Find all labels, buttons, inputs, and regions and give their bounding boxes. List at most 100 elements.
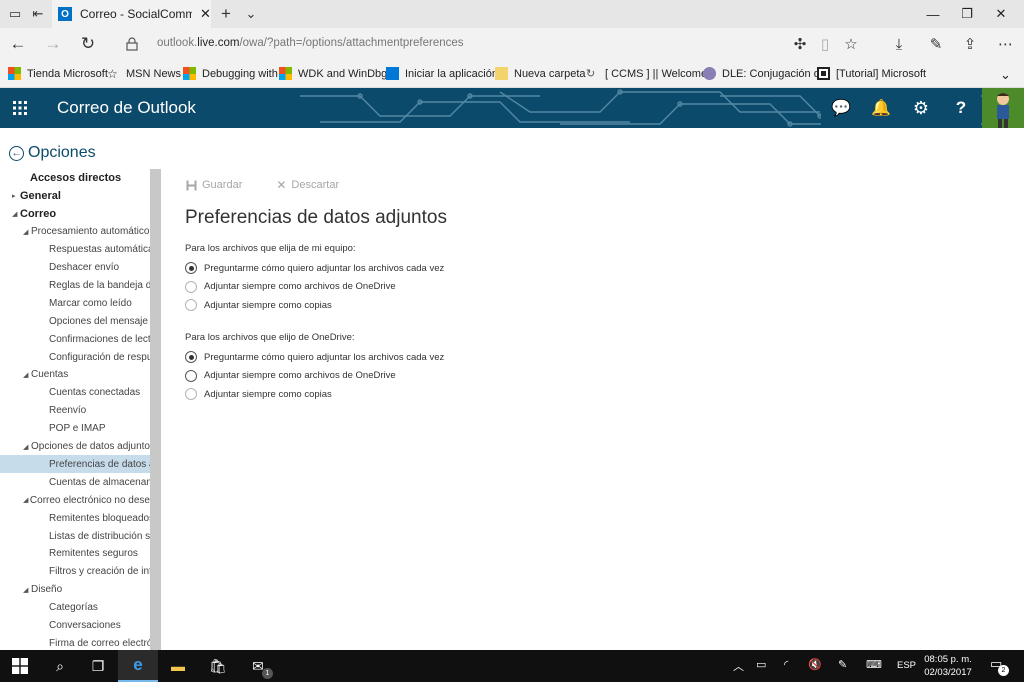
sidebar-item[interactable]: Listas de distribución se xyxy=(0,527,150,545)
battery-icon[interactable]: ▭ xyxy=(756,658,766,671)
sidebar-item[interactable]: ◢ Diseño xyxy=(0,581,150,599)
favorite-item[interactable]: Nueva carpeta xyxy=(495,67,586,80)
collapse-arrow-icon[interactable]: ◢ xyxy=(23,371,31,379)
collapse-arrow-icon[interactable]: ◢ xyxy=(23,496,30,504)
collapse-arrow-icon[interactable]: ◢ xyxy=(23,586,31,594)
avatar[interactable] xyxy=(982,88,1024,128)
skype-chat-icon[interactable]: 💬 xyxy=(821,88,861,128)
radio-button[interactable] xyxy=(185,262,197,274)
set-aside-tabs-icon[interactable]: ⇤ xyxy=(29,5,47,23)
reading-view-icon[interactable]: ▯ xyxy=(814,33,836,55)
favorite-item[interactable]: Iniciar la aplicación xyxy=(386,67,498,80)
url-field[interactable]: outlook.live.com/owa/?path=/options/atta… xyxy=(157,37,464,49)
collapse-arrow-icon[interactable]: ◢ xyxy=(12,210,20,218)
favorite-item[interactable]: [Tutorial] Microsoft xyxy=(817,67,926,80)
mail-icon[interactable]: ✉ 1 xyxy=(238,650,278,682)
sidebar-item[interactable]: Conversaciones xyxy=(0,617,150,635)
notifications-bell-icon[interactable]: 🔔 xyxy=(861,88,901,128)
sidebar-item[interactable]: Accesos directos xyxy=(0,169,150,187)
radio-button[interactable] xyxy=(185,388,197,400)
radio-option[interactable]: Preguntarme cómo quiero adjuntar los arc… xyxy=(185,262,444,274)
forward-icon[interactable]: → xyxy=(41,32,65,56)
back-icon[interactable]: ← xyxy=(6,32,30,56)
sidebar-item[interactable]: Cuentas conectadas xyxy=(0,384,150,402)
radio-option[interactable]: Adjuntar siempre como copias xyxy=(185,388,332,400)
tray-chevron-up-icon[interactable]: ︿ xyxy=(733,658,744,674)
radio-button[interactable] xyxy=(185,369,197,382)
keyboard-icon[interactable]: ⌨ xyxy=(866,658,882,671)
hub-icon[interactable]: ⤓ xyxy=(888,33,910,55)
close-window-icon[interactable]: ✕ xyxy=(978,0,1024,28)
favorite-item[interactable]: WDK and WinDbg xyxy=(279,67,387,80)
collapse-arrow-icon[interactable]: ◢ xyxy=(23,443,31,451)
action-center-icon[interactable]: ▭ 2 xyxy=(990,656,1009,676)
sidebar-item[interactable]: Filtros y creación de info xyxy=(0,563,150,581)
sidebar-item[interactable]: Deshacer envío xyxy=(0,259,150,277)
app-launcher-icon[interactable] xyxy=(0,88,40,128)
sidebar-item[interactable]: Opciones del mensaje xyxy=(0,312,150,330)
new-tab-icon[interactable]: + xyxy=(217,4,235,23)
sidebar-scrollbar[interactable] xyxy=(150,169,161,650)
app-title[interactable]: Correo de Outlook xyxy=(57,98,196,118)
sidebar-item[interactable]: ◢ Opciones de datos adjunto xyxy=(0,438,150,456)
clock[interactable]: 08:05 p. m. 02/03/2017 xyxy=(920,653,976,679)
sidebar-item[interactable]: ◢ Cuentas xyxy=(0,366,150,384)
edge-icon[interactable]: e xyxy=(118,650,158,682)
file-explorer-icon[interactable]: ▬ xyxy=(158,650,198,682)
collapse-arrow-icon[interactable]: ◢ xyxy=(23,228,31,236)
refresh-icon[interactable]: ↻ xyxy=(76,32,100,56)
sidebar-item[interactable]: Cuentas de almacenami xyxy=(0,473,150,491)
sidebar-item[interactable]: ◢ Correo xyxy=(0,205,150,223)
radio-option[interactable]: Adjuntar siempre como copias xyxy=(185,299,332,311)
task-view-icon[interactable]: ❐ xyxy=(78,650,118,682)
radio-option[interactable]: Adjuntar siempre como archivos de OneDri… xyxy=(185,280,396,293)
favorite-item[interactable]: ☆ MSN News xyxy=(107,67,181,81)
sidebar-item[interactable]: ▸ General xyxy=(0,187,150,205)
favorite-item[interactable]: Debugging with xyxy=(183,67,278,80)
browser-tab[interactable]: O Correo - SocialCommur ✕ xyxy=(52,0,211,28)
extensions-icon[interactable]: ✣ xyxy=(789,33,811,55)
radio-option[interactable]: Preguntarme cómo quiero adjuntar los arc… xyxy=(185,351,444,363)
tab-preview-chevron-icon[interactable]: ⌄ xyxy=(242,5,260,23)
sidebar-item[interactable]: Confirmaciones de lectu xyxy=(0,330,150,348)
options-back-link[interactable]: ← Opciones xyxy=(9,144,96,162)
tab-list-icon[interactable]: ▭ xyxy=(6,5,24,23)
web-note-icon[interactable]: ✎ xyxy=(925,33,947,55)
sidebar-item[interactable]: Marcar como leído xyxy=(0,294,150,312)
radio-button[interactable] xyxy=(185,280,197,293)
more-icon[interactable]: ⋯ xyxy=(995,33,1017,55)
store-icon[interactable]: 🛍 xyxy=(198,650,238,682)
search-icon[interactable]: ⌕ xyxy=(40,650,80,682)
wifi-icon[interactable]: ◜ xyxy=(784,658,788,671)
sidebar-item[interactable]: Configuración de respue xyxy=(0,348,150,366)
pen-icon[interactable]: ✎ xyxy=(838,658,847,671)
volume-muted-icon[interactable]: 🔇 xyxy=(808,658,822,671)
favorite-item[interactable]: Tienda Microsoft xyxy=(8,67,108,80)
radio-button[interactable] xyxy=(185,299,197,311)
settings-gear-icon[interactable]: ⚙ xyxy=(901,88,941,128)
sidebar-item[interactable]: ◢ Correo electrónico no dese xyxy=(0,491,150,509)
radio-button[interactable] xyxy=(185,351,197,363)
sidebar-item[interactable]: Reglas de la bandeja de xyxy=(0,276,150,294)
favorite-item[interactable]: DLE: Conjugación de xyxy=(703,67,826,80)
favorite-item[interactable]: ↻[ CCMS ] || Welcome xyxy=(586,67,707,81)
discard-button[interactable]: ✕ Descartar xyxy=(276,178,339,192)
language-indicator[interactable]: ESP xyxy=(897,660,916,671)
help-icon[interactable]: ? xyxy=(941,88,981,128)
sidebar-item[interactable]: Remitentes seguros xyxy=(0,545,150,563)
save-button[interactable]: Guardar xyxy=(186,179,242,191)
sidebar-item[interactable]: Preferencias de datos ad xyxy=(0,455,150,474)
radio-option[interactable]: Adjuntar siempre como archivos de OneDri… xyxy=(185,369,396,382)
favorites-overflow-chevron-icon[interactable]: ⌄ xyxy=(1000,67,1011,83)
close-tab-icon[interactable]: ✕ xyxy=(200,6,211,22)
sidebar-item[interactable]: Remitentes bloqueados xyxy=(0,509,150,527)
sidebar-item[interactable]: Categorías xyxy=(0,599,150,617)
favorite-star-icon[interactable]: ☆ xyxy=(840,33,862,55)
share-icon[interactable]: ⇪ xyxy=(959,33,981,55)
sidebar-item[interactable]: POP e IMAP xyxy=(0,420,150,438)
expand-arrow-icon[interactable]: ▸ xyxy=(12,192,20,200)
sidebar-item[interactable]: Respuestas automáticas xyxy=(0,241,150,259)
start-windows-icon[interactable] xyxy=(0,650,40,682)
sidebar-item[interactable]: Firma de correo electrón xyxy=(0,634,150,650)
sidebar-item[interactable]: Reenvío xyxy=(0,402,150,420)
